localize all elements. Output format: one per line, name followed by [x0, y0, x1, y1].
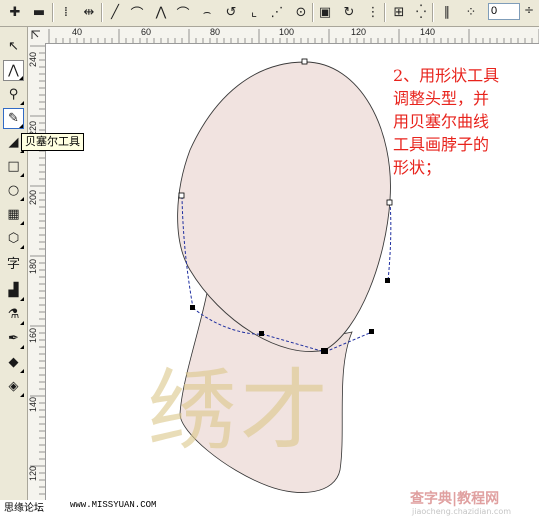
reduce-nodes-icon[interactable]: ∥	[438, 3, 456, 21]
curve-smoothness-input[interactable]: 0	[488, 3, 520, 20]
outline-tool-icon[interactable]: ✒	[3, 328, 24, 349]
node-handle	[385, 278, 390, 283]
zoom-tool-icon[interactable]: ⚲	[3, 84, 24, 105]
node-handle	[178, 192, 185, 199]
ruler-label: 60	[141, 27, 152, 37]
vertical-ruler[interactable]: 240 220 200 180 160 140 120	[28, 43, 46, 500]
text-tool-icon[interactable]: 字	[3, 252, 24, 273]
rectangle-tool-icon[interactable]: □	[3, 156, 24, 177]
eyedropper-tool-icon[interactable]: ⚗	[3, 304, 24, 325]
annotation-line: 用贝塞尔曲线	[393, 112, 490, 131]
toolbox: ↖ ⋀ ⚲ ✎ ◢ □ ○ ▦ ⬡ 字 ▟ ⚗ ✒ ◆ ◈	[0, 27, 28, 500]
ruler-label: 240	[28, 51, 38, 67]
delete-node-icon[interactable]: ▬	[30, 3, 48, 21]
watermark-text: 绣才	[148, 359, 333, 462]
ruler-label: 140	[420, 27, 436, 37]
ruler-label: 40	[72, 27, 83, 37]
auto-close-icon[interactable]: ⊙	[292, 3, 310, 21]
site-logo-text: 查字典|教程网	[410, 491, 500, 507]
site-logo-subtext: jiaocheng.chazidian.com	[412, 507, 512, 516]
align-nodes-icon[interactable]: ⋮	[364, 3, 382, 21]
ruler-label: 180	[28, 258, 38, 274]
smoothness-slider-icon[interactable]: ÷	[522, 3, 536, 21]
ruler-label: 200	[28, 189, 38, 205]
add-node-icon[interactable]: ✚	[6, 3, 24, 21]
node-handle	[190, 305, 195, 310]
separator	[101, 3, 103, 22]
blend-tool-icon[interactable]: ▟	[3, 280, 24, 301]
separator	[384, 3, 386, 22]
separator	[432, 3, 434, 22]
horizontal-ruler[interactable]: 40 60 80 100 120 140	[46, 27, 539, 44]
elastic-mode-icon[interactable]: ⊞	[390, 3, 408, 21]
property-bar: ✚ ▬ ⁞ ⇹ ╱ ⌒ ⋀ ⌒ ⌢ ↺ ⌞ ⋰ ⊙ ▣ ↻ ⋮ ⊞ ⁛ ∥ ⁘ …	[0, 0, 539, 27]
basic-shapes-tool-icon[interactable]: ⬡	[3, 228, 24, 249]
annotation-line: 调整头型，并	[393, 89, 490, 108]
smooth-node-icon[interactable]: ⌒	[174, 3, 192, 22]
ruler-label: 120	[28, 465, 38, 481]
ruler-label: 100	[279, 27, 295, 37]
break-curve-icon[interactable]: ⇹	[80, 3, 98, 21]
node-handle	[301, 58, 308, 65]
node-handle	[259, 331, 264, 336]
node-handle	[369, 329, 374, 334]
ruler-label: 120	[351, 27, 367, 37]
cusp-node-icon[interactable]: ⋀	[152, 3, 170, 21]
separator	[312, 3, 314, 22]
to-line-icon[interactable]: ╱	[106, 3, 124, 21]
extract-subpath-icon[interactable]: ⋰	[268, 3, 286, 21]
extend-curve-icon[interactable]: ⌞	[245, 3, 263, 21]
fill-tool-icon[interactable]: ◆	[3, 352, 24, 373]
interactive-fill-tool-icon[interactable]: ◈	[3, 376, 24, 397]
rotate-node-icon[interactable]: ↻	[340, 3, 358, 21]
node-marquee-icon[interactable]: ⁘	[462, 3, 480, 21]
symmetric-node-icon[interactable]: ⌢	[198, 3, 216, 21]
to-curve-icon[interactable]: ⌒	[128, 3, 146, 22]
bezier-tool-icon[interactable]: ✎	[3, 108, 24, 129]
graph-paper-tool-icon[interactable]: ▦	[3, 204, 24, 225]
tool-tooltip: 贝塞尔工具	[21, 133, 84, 151]
stretch-node-icon[interactable]: ▣	[316, 3, 334, 21]
ruler-origin[interactable]	[28, 27, 47, 44]
annotation-line: 形状；	[393, 158, 442, 177]
tutorial-annotation: 2、用形状工具 调整头型，并 用贝塞尔曲线 工具画脖子的 形状；	[393, 64, 533, 179]
forum-credit: 思缘论坛	[4, 503, 44, 514]
ellipse-tool-icon[interactable]: ○	[3, 180, 24, 201]
ruler-label: 140	[28, 396, 38, 412]
reverse-direction-icon[interactable]: ↺	[222, 3, 240, 21]
annotation-line: 2、用形状工具	[393, 66, 500, 85]
annotation-line: 工具画脖子的	[393, 135, 490, 154]
ruler-label: 80	[210, 27, 221, 37]
separator	[52, 3, 54, 22]
select-all-nodes-icon[interactable]: ⁛	[412, 3, 430, 21]
join-nodes-icon[interactable]: ⁞	[57, 3, 75, 21]
ruler-label: 160	[28, 327, 38, 343]
pick-tool-icon[interactable]: ↖	[3, 36, 24, 57]
shape-tool-icon[interactable]: ⋀	[3, 60, 24, 81]
node-handle	[386, 199, 393, 206]
site-url: www.MISSYUAN.COM	[70, 500, 157, 510]
